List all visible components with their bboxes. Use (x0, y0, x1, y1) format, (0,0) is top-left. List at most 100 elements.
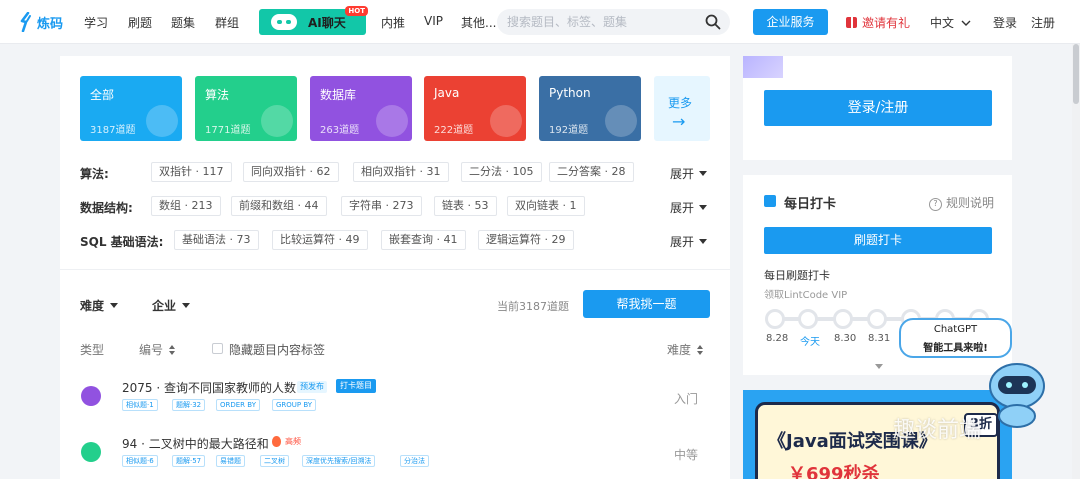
prerelease-badge: 预发布 (297, 381, 327, 393)
tag-chip[interactable]: 链表 · 53 (434, 196, 497, 216)
question-difficulty: 中等 (674, 448, 699, 462)
company-filter[interactable]: 企业 (152, 297, 190, 314)
checkin-button[interactable]: 刷题打卡 (764, 227, 992, 254)
question-tag[interactable]: 二叉树 (260, 455, 289, 467)
tag-chip[interactable]: 逻辑运算符 · 29 (478, 230, 574, 250)
column-difficulty[interactable]: 难度 (667, 341, 704, 358)
more-categories-button[interactable]: 更多 → (654, 76, 710, 141)
tag-chip[interactable]: 二分法 · 105 (461, 162, 542, 182)
question-title[interactable]: 94 · 二叉树中的最大路径和 (122, 435, 269, 452)
chevron-down-icon[interactable] (875, 364, 883, 369)
tag-chip[interactable]: 数组 · 213 (151, 196, 221, 216)
search-input[interactable] (497, 9, 730, 35)
nav-practice[interactable]: 刷题 (128, 14, 152, 31)
question-tag[interactable]: 相似题·1 (122, 399, 158, 411)
category-count: 263道题 (320, 125, 360, 136)
language-selector[interactable]: 中文 (930, 14, 971, 31)
algorithm-icon (81, 442, 101, 462)
python-icon (605, 105, 637, 137)
category-card-python[interactable]: Python 192道题 (539, 76, 641, 141)
robot-icon (271, 14, 297, 30)
question-tag[interactable]: GROUP BY (272, 399, 317, 411)
tag-group-label: SQL 基础语法: (80, 235, 164, 249)
pick-question-button[interactable]: 帮我挑一题 (583, 290, 710, 318)
java-icon (490, 105, 522, 137)
nav-referral[interactable]: 内推 (381, 14, 405, 31)
robot-mascot-icon[interactable] (986, 360, 1048, 428)
question-tag[interactable]: 相似题·6 (122, 455, 158, 467)
scrollbar[interactable] (1072, 44, 1080, 479)
hot-badge: HOT (345, 6, 368, 16)
hide-tags-checkbox[interactable] (212, 343, 223, 354)
expand-toggle[interactable]: 展开 (670, 165, 707, 182)
category-count: 222道题 (434, 125, 474, 136)
grid-icon (146, 105, 178, 137)
category-title: 算法 (205, 88, 230, 102)
expand-toggle[interactable]: 展开 (670, 233, 707, 250)
question-title[interactable]: 2075 · 查询不同国家教师的人数 (122, 379, 296, 396)
day-label: 8.30 (834, 333, 857, 344)
ai-chat-button[interactable]: AI聊天 HOT (259, 6, 368, 35)
tag-chip[interactable]: 双向链表 · 1 (507, 196, 585, 216)
chatgpt-subtitle: 智能工具来啦! (923, 343, 988, 354)
category-card-all[interactable]: 全部 3187道题 (80, 76, 182, 141)
invite-link[interactable]: 邀请有礼 (846, 14, 910, 31)
daily-label: 每日刷题打卡 (764, 269, 830, 282)
question-tag[interactable]: 题解·57 (172, 455, 206, 467)
logo-icon (20, 12, 31, 32)
nav-groups[interactable]: 群组 (215, 14, 239, 31)
search-icon[interactable] (705, 14, 721, 30)
chatgpt-bubble[interactable]: ChatGPT 智能工具来啦! (899, 318, 1012, 358)
difficulty-filter[interactable]: 难度 (80, 297, 118, 314)
tag-chip[interactable]: 双指针 · 117 (151, 162, 232, 182)
sort-icon (169, 345, 176, 355)
nav-more[interactable]: 其他... (461, 14, 496, 31)
rules-link[interactable]: 规则说明 (929, 194, 994, 211)
logo-text: 炼码 (37, 16, 64, 32)
question-tag[interactable]: 题解·32 (172, 399, 206, 411)
tag-chip[interactable]: 前缀和数组 · 44 (231, 196, 327, 216)
tag-chip[interactable]: 基础语法 · 73 (174, 230, 259, 250)
database-icon (81, 386, 101, 406)
scrollbar-thumb[interactable] (1073, 44, 1079, 104)
gift-icon (846, 17, 857, 28)
checkin-title: 每日打卡 (784, 197, 837, 212)
tag-group-label: 数据结构: (80, 201, 133, 215)
nav-learn[interactable]: 学习 (84, 14, 108, 31)
category-card-java[interactable]: Java 222道题 (424, 76, 526, 141)
category-count: 192道题 (549, 125, 589, 136)
tag-chip[interactable]: 同向双指针 · 62 (243, 162, 339, 182)
decoration (743, 56, 783, 78)
language-label: 中文 (930, 16, 955, 30)
question-tag[interactable]: ORDER BY (216, 399, 260, 411)
category-card-database[interactable]: 数据库 263道题 (310, 76, 412, 141)
banner-price: ￥699秒杀 (788, 464, 880, 479)
login-link[interactable]: 登录 (993, 14, 1017, 31)
nav-vip[interactable]: VIP (424, 14, 443, 28)
column-number[interactable]: 编号 (139, 341, 176, 358)
high-frequency-badge: 高频 (285, 437, 301, 446)
tag-chip[interactable]: 比较运算符 · 49 (272, 230, 368, 250)
tag-chip[interactable]: 嵌套查询 · 41 (381, 230, 466, 250)
day-marker (867, 309, 887, 329)
expand-toggle[interactable]: 展开 (670, 199, 707, 216)
question-tag[interactable]: 易错题 (216, 455, 245, 467)
nav-problem-sets[interactable]: 题集 (171, 14, 195, 31)
question-tag[interactable]: 分治法 (400, 455, 429, 467)
question-difficulty: 入门 (674, 392, 699, 406)
algorithm-icon (261, 105, 293, 137)
logo[interactable]: 炼码 (18, 11, 63, 33)
category-card-algorithm[interactable]: 算法 1771道题 (195, 76, 297, 141)
database-icon (376, 105, 408, 137)
register-link[interactable]: 注册 (1031, 14, 1055, 31)
top-navbar: 炼码 学习 刷题 题集 群组 AI聊天 HOT 内推 VIP 其他... 企业服… (0, 0, 1080, 44)
tag-chip[interactable]: 相向双指针 · 31 (353, 162, 449, 182)
enterprise-service-button[interactable]: 企业服务 (753, 9, 828, 35)
question-tag[interactable]: 深度优先搜索/回溯法 (302, 455, 376, 467)
problem-panel: 全部 3187道题 算法 1771道题 数据库 263道题 Java 222道题… (60, 56, 730, 479)
login-card: 登录/注册 (743, 56, 1012, 160)
login-register-button[interactable]: 登录/注册 (764, 90, 992, 126)
category-count: 3187道题 (90, 125, 136, 136)
tag-chip[interactable]: 字符串 · 273 (341, 196, 422, 216)
tag-chip[interactable]: 二分答案 · 28 (549, 162, 634, 182)
